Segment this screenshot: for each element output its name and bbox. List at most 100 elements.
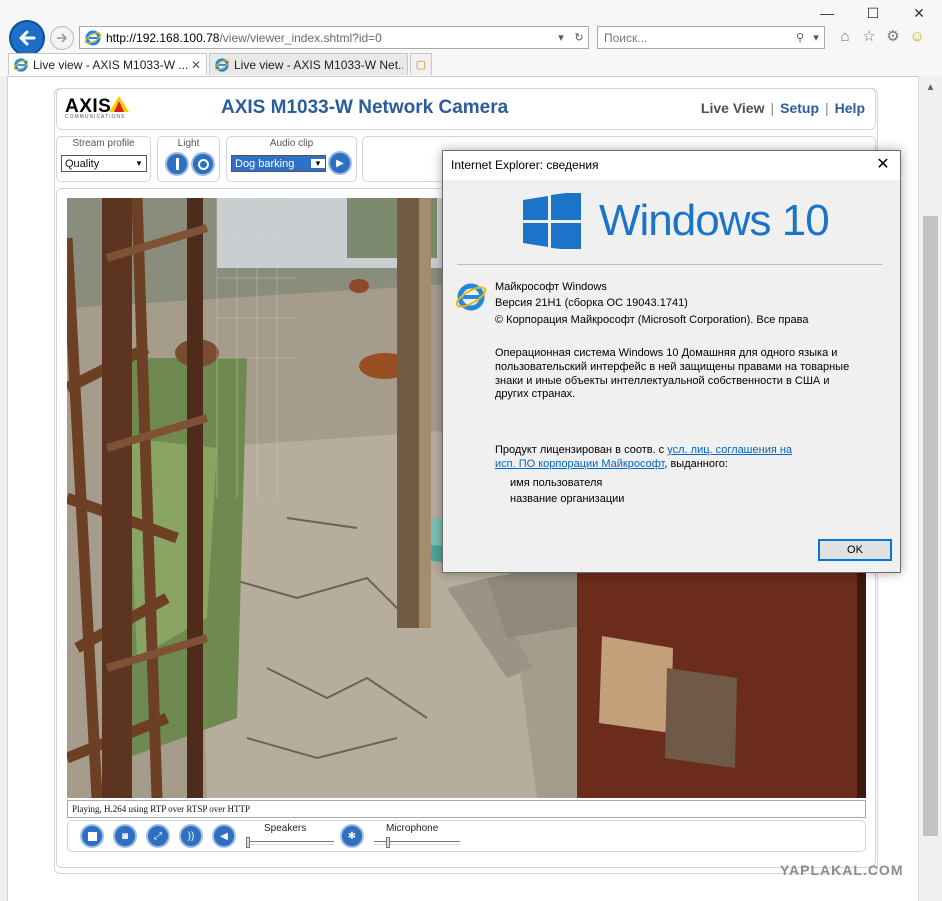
- scroll-up-icon[interactable]: ▲: [919, 76, 942, 98]
- light-off-button[interactable]: [191, 152, 215, 176]
- nav-help[interactable]: Help: [835, 100, 865, 116]
- vertical-scrollbar[interactable]: ▲: [918, 76, 942, 901]
- light-on-button[interactable]: [165, 152, 189, 176]
- audio-clip-caption: Audio clip: [269, 138, 314, 149]
- play-icon: ▶: [336, 157, 344, 169]
- nav-setup[interactable]: Setup: [780, 100, 819, 116]
- tab-strip: Live view - AXIS M1033-W ... ✕ Live view…: [0, 53, 942, 76]
- chevron-down-icon[interactable]: ▾: [808, 31, 824, 44]
- licensed-org: название организации: [510, 493, 625, 505]
- ie-icon: [84, 30, 102, 45]
- fullscreen-icon: ⤢: [154, 830, 162, 842]
- video-controls: ◙ ⤢ )) ◀ Speakers ✱ Microphone: [67, 820, 866, 852]
- chevron-down-icon: ▼: [135, 159, 143, 168]
- speaker-icon: ◀: [220, 830, 228, 842]
- light-caption: Light: [177, 138, 200, 149]
- tab-label: Live view - AXIS M1033-W Net...: [234, 57, 403, 72]
- toolbar-icons: ⌂ ☆ ⚙ ☺: [836, 26, 926, 46]
- arrow-right-icon: [57, 33, 68, 43]
- video-status: Playing, H.264 using RTP over RTSP over …: [67, 800, 866, 818]
- page-title: AXIS M1033-W Network Camera: [221, 97, 509, 118]
- nav-live-view[interactable]: Live View: [701, 100, 765, 116]
- ie-icon: [455, 283, 487, 311]
- audio-clip-select[interactable]: Dog barking ▼: [231, 155, 326, 172]
- license-terms-link[interactable]: усл. лиц. соглашения на: [667, 444, 792, 456]
- ie-icon: [214, 57, 230, 72]
- search-icon[interactable]: ⚲: [792, 31, 808, 44]
- favorites-star-icon[interactable]: ☆: [860, 26, 878, 46]
- tab-label: Live view - AXIS M1033-W ...: [33, 57, 189, 72]
- chevron-down-icon[interactable]: ▾: [552, 31, 570, 44]
- about-dialog: Internet Explorer: сведения ✕ Windows 10…: [442, 150, 901, 573]
- license-line-2: исп. ПО корпорации Майкрософт, выданного…: [495, 456, 728, 472]
- dialog-title: Internet Explorer: сведения: [443, 151, 900, 180]
- windows-wordmark: Windows 10: [599, 196, 830, 245]
- slider-knob[interactable]: [386, 837, 390, 848]
- speakers-slider[interactable]: [246, 837, 334, 848]
- new-tab-icon: ▢: [415, 59, 427, 71]
- close-icon[interactable]: ✕: [190, 58, 202, 72]
- refresh-icon[interactable]: ↻: [570, 31, 588, 44]
- arrow-left-icon: [19, 30, 36, 46]
- windows-logo-icon: [523, 193, 581, 249]
- scroll-thumb[interactable]: [923, 216, 938, 836]
- axis-logo-sub: COMMUNICATIONS: [65, 114, 126, 120]
- license-suffix: , выданного:: [664, 458, 728, 470]
- light-bar-icon: [175, 158, 179, 170]
- close-icon[interactable]: ✕: [874, 156, 892, 174]
- copyright-text: © Корпорация Майкрософт (Microsoft Corpo…: [495, 314, 809, 326]
- tab-live-view-2[interactable]: Live view - AXIS M1033-W Net...: [209, 53, 408, 75]
- home-icon[interactable]: ⌂: [836, 26, 854, 46]
- snapshot-button[interactable]: ◙: [113, 824, 137, 848]
- legal-line-4: других странах.: [495, 388, 576, 400]
- windows-logo: Windows 10: [523, 193, 830, 249]
- slider-knob[interactable]: [246, 837, 250, 848]
- stream-profile-panel: Stream profile Quality ▼: [56, 136, 151, 182]
- search-box[interactable]: ⚲ ▾: [597, 26, 825, 49]
- camera-header: AXIS COMMUNICATIONS AXIS M1033-W Network…: [56, 88, 876, 130]
- light-panel: Light: [157, 136, 220, 182]
- back-button[interactable]: [9, 20, 45, 56]
- license-terms-link-cont[interactable]: исп. ПО корпорации Майкрософт: [495, 458, 664, 470]
- audio-clip-panel: Audio clip Dog barking ▼ ▶: [226, 136, 357, 182]
- microphone-label: Microphone: [386, 823, 439, 834]
- version-text: Версия 21H1 (сборка ОС 19043.1741): [495, 297, 688, 309]
- close-icon[interactable]: ✕: [896, 0, 942, 26]
- background-window-strip: [0, 76, 8, 901]
- address-bar[interactable]: http://192.168.100.78/view/viewer_index.…: [79, 26, 589, 49]
- url-text: http://192.168.100.78/view/viewer_index.…: [106, 30, 382, 45]
- license-prefix: Продукт лицензирован в соотв. с: [495, 444, 668, 456]
- audio-toggle-button[interactable]: )): [179, 824, 203, 848]
- ie-icon: [13, 57, 29, 72]
- tab-live-view-1[interactable]: Live view - AXIS M1033-W ... ✕: [8, 53, 207, 75]
- chevron-down-icon: ▼: [311, 159, 325, 168]
- fullscreen-button[interactable]: ⤢: [146, 824, 170, 848]
- audio-waves-icon: )): [187, 830, 195, 842]
- new-tab-button[interactable]: ▢: [410, 53, 432, 75]
- stop-icon: [87, 831, 97, 841]
- search-input[interactable]: [604, 30, 792, 45]
- smiley-feedback-icon[interactable]: ☺: [908, 26, 926, 46]
- speaker-mute-button[interactable]: ◀: [212, 824, 236, 848]
- stream-profile-select[interactable]: Quality ▼: [61, 155, 147, 172]
- camera-icon: ◙: [121, 830, 129, 842]
- gear-icon[interactable]: ⚙: [884, 26, 902, 46]
- microphone-slider[interactable]: [374, 837, 460, 848]
- light-ring-icon: [197, 158, 209, 170]
- axis-triangle-icon: [109, 96, 129, 112]
- microphone-button[interactable]: ✱: [340, 824, 364, 848]
- nav-separator: |: [770, 100, 775, 116]
- forward-button[interactable]: [50, 26, 74, 50]
- browser-chrome: http://192.168.100.78/view/viewer_index.…: [0, 0, 942, 76]
- nav-separator: |: [825, 100, 829, 116]
- speakers-label: Speakers: [264, 823, 307, 834]
- maximize-icon[interactable]: ☐: [850, 0, 896, 26]
- divider: [457, 264, 882, 265]
- licensed-user: имя пользователя: [510, 477, 603, 489]
- microphone-icon: ✱: [347, 830, 357, 842]
- ok-button[interactable]: OK: [818, 539, 892, 561]
- stop-button[interactable]: [80, 824, 104, 848]
- minimize-icon[interactable]: —: [804, 0, 850, 26]
- top-nav: Live View | Setup | Help: [701, 100, 865, 116]
- play-audio-clip-button[interactable]: ▶: [328, 151, 352, 175]
